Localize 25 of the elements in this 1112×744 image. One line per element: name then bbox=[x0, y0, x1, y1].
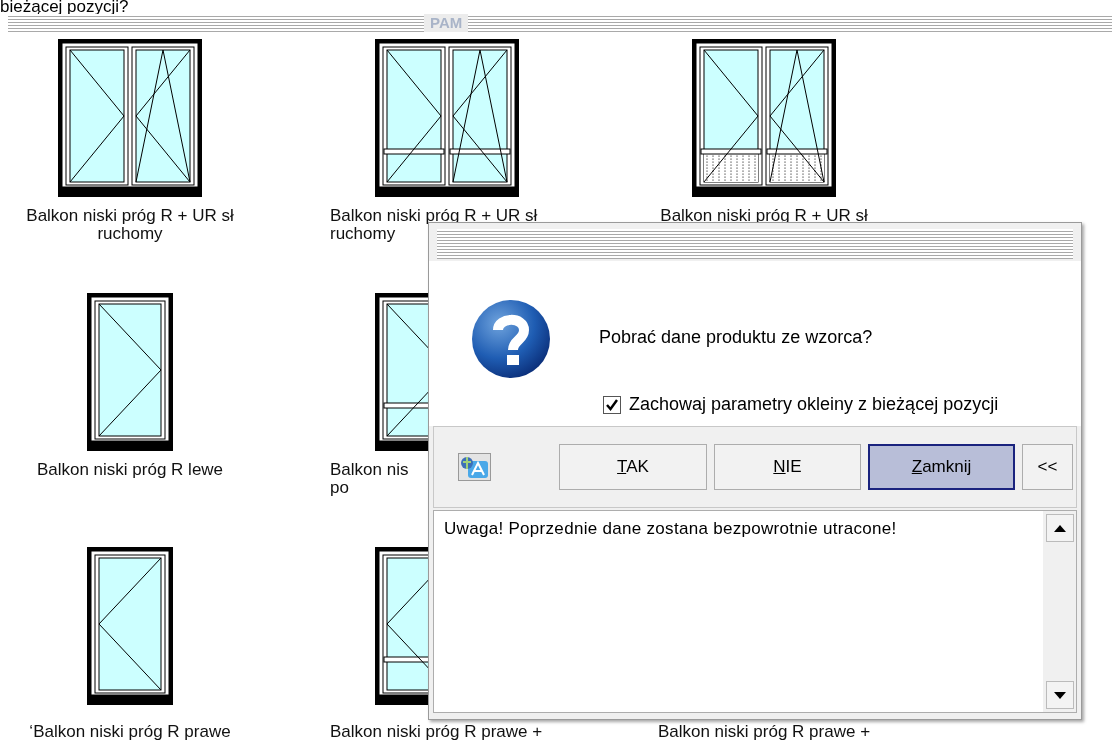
language-icon[interactable] bbox=[458, 453, 491, 481]
dialog-message: Pobrać dane produktu ze wzorca? bbox=[599, 327, 874, 348]
item-label: Balkon niski próg R + UR sł bbox=[26, 207, 234, 225]
item-label: ‘Balkon niski próg R prawe bbox=[29, 723, 231, 741]
checkbox-label: Zachowaj parametry okleiny z bieżącej pozycji bbox=[629, 394, 999, 415]
item-label: Balkon nis bbox=[330, 461, 409, 479]
dialog-button[interactable]: Zamknij bbox=[868, 444, 1015, 490]
scroll-up-button[interactable] bbox=[1046, 514, 1074, 542]
dialog-button[interactable]: NIE bbox=[714, 444, 861, 490]
checkbox[interactable] bbox=[603, 395, 621, 414]
item-label: ruchomy bbox=[330, 225, 396, 243]
details-text: Uwaga! Poprzednie dane zostana bezpowrotnie utracone! bbox=[443, 518, 898, 540]
section-title: PAM bbox=[424, 14, 469, 32]
question-text: bieżącej pozycji? bbox=[0, 0, 130, 13]
item-label: ruchomy bbox=[97, 225, 163, 243]
question-icon bbox=[471, 299, 551, 379]
dialog-button[interactable]: TAK bbox=[559, 444, 707, 490]
item-label: po bbox=[330, 479, 349, 497]
item-label: Balkon niski próg R lewe bbox=[36, 461, 224, 479]
dialog-button[interactable]: << bbox=[1022, 444, 1073, 490]
item-label: Balkon niski próg R prawe + bbox=[330, 723, 543, 741]
up-arrow-icon bbox=[1054, 524, 1066, 532]
down-arrow-icon bbox=[1054, 691, 1066, 699]
item-label: Balkon niski próg R prawe + bbox=[657, 723, 871, 741]
scroll-down-button[interactable] bbox=[1046, 681, 1074, 709]
